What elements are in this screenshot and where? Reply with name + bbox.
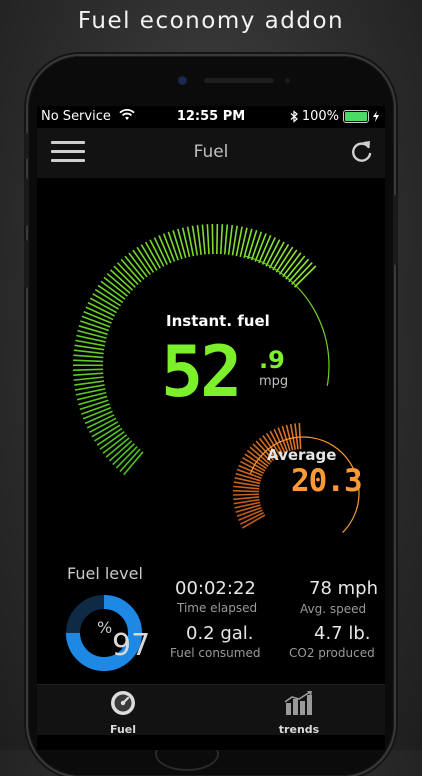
average-tick <box>233 494 259 495</box>
fuel-consumed-value: 0.2 gal. <box>186 623 254 644</box>
co2-produced-value: 4.7 lb. <box>314 623 371 644</box>
tab-fuel[interactable]: Fuel <box>83 689 163 733</box>
avg-speed-value: 78 mph <box>309 578 378 599</box>
front-camera <box>179 77 186 84</box>
status-bar: No Service 12:55 PM 100% <box>37 106 385 128</box>
status-right: 100% <box>290 109 379 124</box>
average-value: 20.3 <box>291 463 362 499</box>
tab-bar: Fuel trends <box>37 684 385 735</box>
instant-fuel-tick <box>73 369 103 370</box>
nav-title: Fuel <box>37 142 385 162</box>
average-tick <box>233 486 259 488</box>
mute-switch <box>24 133 28 159</box>
refresh-icon <box>349 138 375 166</box>
bar-chart-icon <box>282 689 316 717</box>
fuel-consumed-label: Fuel consumed <box>170 646 260 660</box>
fuel-level-value: 97 <box>112 628 150 663</box>
instant-fuel-tick <box>202 225 205 255</box>
instant-fuel-label: Instant. fuel <box>166 312 270 330</box>
instant-fuel-tick <box>207 224 209 254</box>
instant-fuel-tick <box>252 232 262 260</box>
nav-bar: Fuel <box>37 128 385 178</box>
battery-percent: 100% <box>302 109 339 124</box>
instant-fuel-tick <box>73 360 103 361</box>
instant-fuel-tick <box>192 226 197 256</box>
fuel-level-unit: % <box>97 618 112 637</box>
avg-speed-label: Avg. speed <box>300 602 366 616</box>
average-tick <box>233 491 259 492</box>
bluetooth-icon <box>290 110 298 123</box>
instant-fuel-tick <box>233 226 238 256</box>
instant-fuel-tick <box>248 230 257 259</box>
charging-bolt-icon <box>373 111 379 122</box>
average-label: Average <box>267 446 336 464</box>
time-elapsed-value: 00:02:22 <box>175 578 256 599</box>
time-elapsed-label: Time elapsed <box>177 601 257 615</box>
power-button <box>394 195 398 265</box>
fuel-level-label: Fuel level <box>67 564 143 583</box>
instant-fuel-tick <box>197 225 201 255</box>
instant-fuel-tick <box>221 224 223 254</box>
instant-fuel-tick <box>75 345 105 349</box>
instant-fuel-tick <box>80 400 109 409</box>
refresh-button[interactable] <box>349 138 375 166</box>
instant-fuel-tick <box>80 321 108 330</box>
tab-fuel-label: Fuel <box>83 723 163 736</box>
headline: Fuel economy addon <box>0 8 422 34</box>
instant-fuel-tick <box>74 350 104 353</box>
instant-fuel-tick <box>229 225 233 255</box>
tab-trends[interactable]: trends <box>259 689 339 733</box>
instant-fuel-value: 52 <box>161 332 239 412</box>
fuel-gauge-icon <box>109 689 137 717</box>
instant-fuel-tick <box>74 381 104 385</box>
earpiece-speaker <box>204 78 274 83</box>
battery-icon <box>343 110 369 123</box>
instant-fuel-tick <box>74 377 104 380</box>
sensor <box>285 78 290 83</box>
instant-fuel-tick <box>173 230 182 259</box>
instant-fuel-unit: mpg <box>259 374 288 389</box>
volume-down-button <box>24 240 28 288</box>
instant-fuel-tick <box>212 224 213 254</box>
instant-fuel-tick <box>73 373 103 375</box>
instant-fuel-tick <box>79 326 108 334</box>
instant-fuel-decimal: .9 <box>259 346 285 374</box>
instant-fuel-tick <box>73 355 103 357</box>
tab-trends-label: trends <box>259 723 339 736</box>
volume-up-button <box>24 178 28 226</box>
instant-fuel-tick <box>225 225 228 255</box>
app-screen: No Service 12:55 PM 100% Fuel <box>37 106 385 750</box>
average-tick <box>233 497 259 499</box>
co2-produced-label: CO2 produced <box>289 646 375 660</box>
instant-fuel-tick <box>168 232 178 260</box>
